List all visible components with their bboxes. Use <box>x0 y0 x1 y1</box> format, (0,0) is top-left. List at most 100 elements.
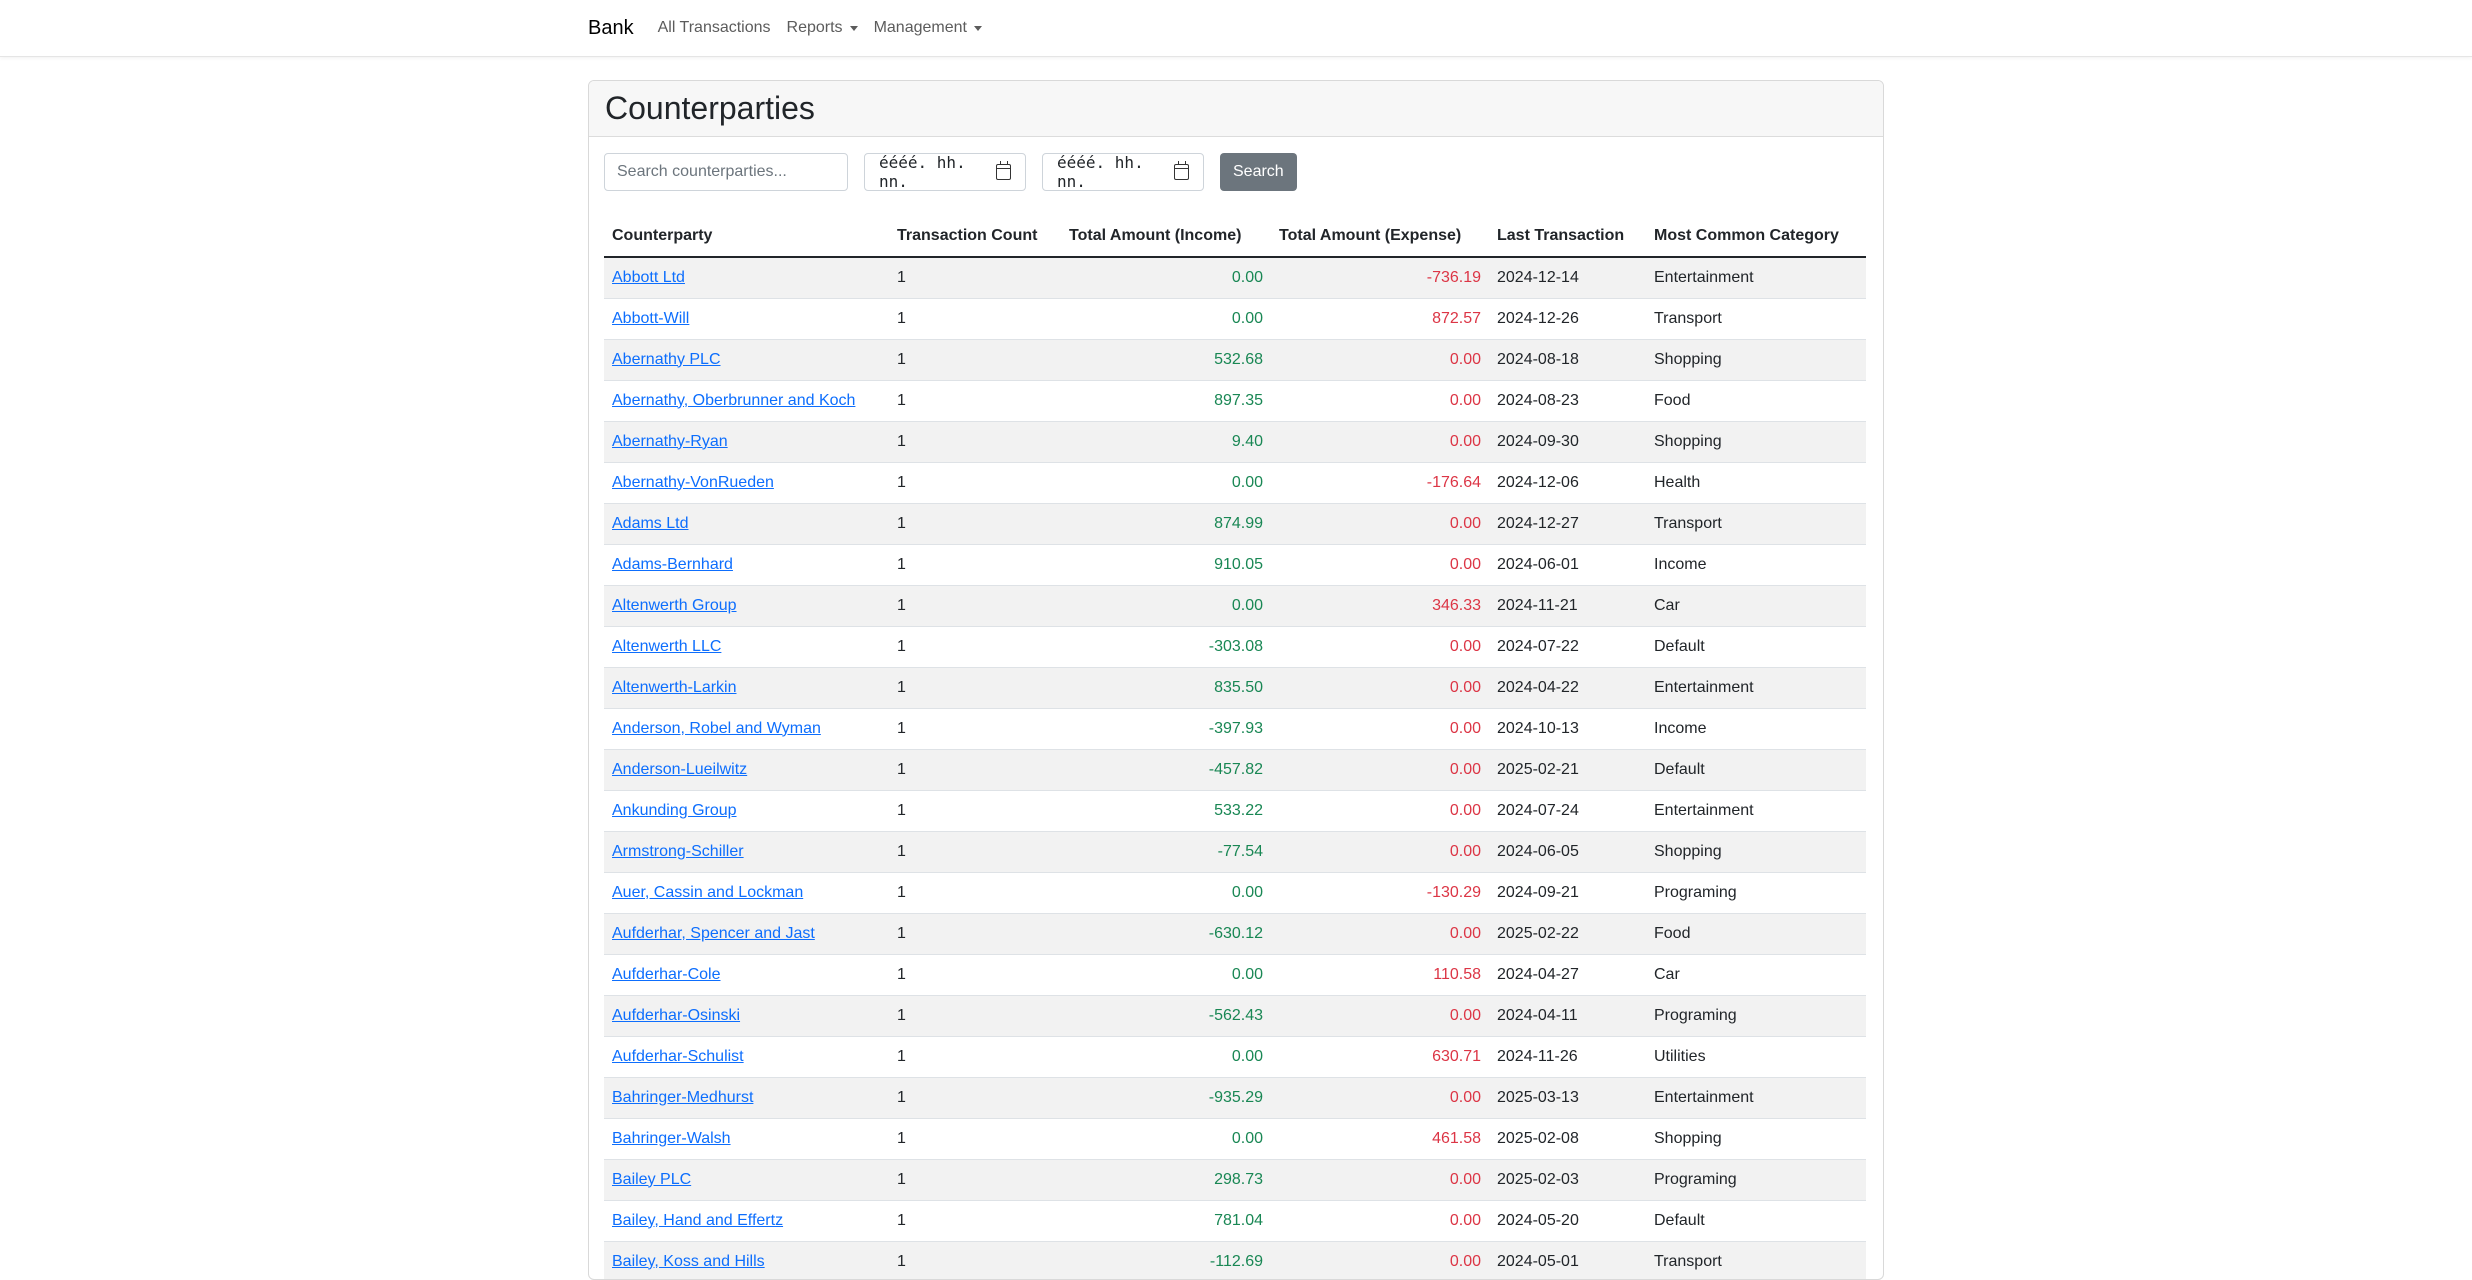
counterparty-link[interactable]: Abernathy, Oberbrunner and Koch <box>612 392 855 409</box>
table-row: Abernathy PLC 1 532.68 0.00 2024-08-18 Shoppi… <box>604 339 1866 381</box>
counterparty-link[interactable]: Abernathy-Ryan <box>612 433 728 450</box>
expense-amount-cell: 346.33 <box>1271 585 1489 627</box>
counterparty-link[interactable]: Adams Ltd <box>612 515 688 532</box>
table-row: Altenwerth Group 1 0.00 346.33 2024-11-21 Car <box>604 585 1866 627</box>
counterparty-link[interactable]: Altenwerth LLC <box>612 638 721 655</box>
nav-all-transactions[interactable]: All Transactions <box>658 19 771 37</box>
table-row: Ankunding Group 1 533.22 0.00 2024-07-24 Ente… <box>604 790 1866 832</box>
expense-amount-cell: 461.58 <box>1271 1118 1489 1160</box>
nav-reports-dropdown[interactable]: Reports <box>787 19 858 37</box>
counterparty-link[interactable]: Anderson, Robel and Wyman <box>612 720 821 737</box>
transaction-count-cell: 1 <box>889 585 1061 627</box>
counterparty-link[interactable]: Aufderhar, Spencer and Jast <box>612 925 815 942</box>
transaction-count-cell: 1 <box>889 462 1061 504</box>
last-transaction-cell: 2024-12-14 <box>1489 257 1646 299</box>
transaction-count-cell: 1 <box>889 1200 1061 1242</box>
category-cell: Default <box>1646 626 1866 668</box>
counterparty-link[interactable]: Bailey PLC <box>612 1171 691 1188</box>
search-button[interactable]: Search <box>1220 153 1297 191</box>
date-to-placeholder: éééé. hh. nn. <box>1057 153 1144 191</box>
table-row: Aufderhar, Spencer and Jast 1 -630.12 0.00 2… <box>604 913 1866 955</box>
expense-amount-cell: 0.00 <box>1271 790 1489 832</box>
category-cell: Shopping <box>1646 831 1866 873</box>
last-transaction-cell: 2024-11-26 <box>1489 1036 1646 1078</box>
calendar-icon[interactable] <box>995 161 1012 180</box>
calendar-icon[interactable] <box>1173 161 1190 180</box>
category-cell: Programing <box>1646 1159 1866 1201</box>
transaction-count-cell: 1 <box>889 954 1061 996</box>
counterparty-link[interactable]: Armstrong-Schiller <box>612 843 744 860</box>
counterparty-cell: Bailey PLC <box>604 1159 889 1201</box>
transaction-count-cell: 1 <box>889 503 1061 545</box>
counterparty-link[interactable]: Aufderhar-Cole <box>612 966 721 983</box>
expense-amount-cell: 0.00 <box>1271 544 1489 586</box>
expense-amount-cell: 0.00 <box>1271 667 1489 709</box>
date-to-field[interactable]: éééé. hh. nn. <box>1042 153 1204 191</box>
counterparty-link[interactable]: Auer, Cassin and Lockman <box>612 884 803 901</box>
category-cell: Transport <box>1646 298 1866 340</box>
counterparty-link[interactable]: Bailey, Koss and Hills <box>612 1253 765 1270</box>
table-row: Adams Ltd 1 874.99 0.00 2024-12-27 Transport <box>604 503 1866 545</box>
table-row: Bahringer-Medhurst 1 -935.29 0.00 2025-03-13… <box>604 1077 1866 1119</box>
transaction-count-cell: 1 <box>889 298 1061 340</box>
counterparty-cell: Abernathy, Oberbrunner and Koch <box>604 380 889 422</box>
date-from-field[interactable]: éééé. hh. nn. <box>864 153 1026 191</box>
transaction-count-cell: 1 <box>889 872 1061 914</box>
counterparty-cell: Altenwerth LLC <box>604 626 889 668</box>
expense-amount-cell: 872.57 <box>1271 298 1489 340</box>
last-transaction-cell: 2024-05-20 <box>1489 1200 1646 1242</box>
counterparty-link[interactable]: Aufderhar-Osinski <box>612 1007 740 1024</box>
category-cell: Entertainment <box>1646 667 1866 709</box>
counterparty-link[interactable]: Aufderhar-Schulist <box>612 1048 744 1065</box>
category-cell: Programing <box>1646 872 1866 914</box>
column-header-last-transaction: Last Transaction <box>1489 215 1646 258</box>
expense-amount-cell: -736.19 <box>1271 257 1489 299</box>
last-transaction-cell: 2024-08-23 <box>1489 380 1646 422</box>
counterparty-link[interactable]: Abbott-Will <box>612 310 689 327</box>
search-input[interactable] <box>604 153 848 191</box>
nav-management-dropdown[interactable]: Management <box>874 19 982 37</box>
transaction-count-cell: 1 <box>889 421 1061 463</box>
counterparty-cell: Anderson-Lueilwitz <box>604 749 889 791</box>
expense-amount-cell: 0.00 <box>1271 339 1489 381</box>
table-row: Abernathy-VonRueden 1 0.00 -176.64 2024-12-0… <box>604 462 1866 504</box>
income-amount-cell: -303.08 <box>1061 626 1271 668</box>
caret-down-icon <box>973 25 982 31</box>
income-amount-cell: -630.12 <box>1061 913 1271 955</box>
expense-amount-cell: 0.00 <box>1271 1200 1489 1242</box>
counterparty-link[interactable]: Bahringer-Walsh <box>612 1130 731 1147</box>
counterparty-cell: Ankunding Group <box>604 790 889 832</box>
counterparty-link[interactable]: Bailey, Hand and Effertz <box>612 1212 783 1229</box>
counterparty-link[interactable]: Adams-Bernhard <box>612 556 733 573</box>
income-amount-cell: 0.00 <box>1061 257 1271 299</box>
last-transaction-cell: 2024-07-22 <box>1489 626 1646 668</box>
counterparty-link[interactable]: Abbott Ltd <box>612 269 685 286</box>
income-amount-cell: 0.00 <box>1061 954 1271 996</box>
counterparty-link[interactable]: Anderson-Lueilwitz <box>612 761 747 778</box>
income-amount-cell: 781.04 <box>1061 1200 1271 1242</box>
category-cell: Shopping <box>1646 421 1866 463</box>
counterparty-link[interactable]: Abernathy-VonRueden <box>612 474 774 491</box>
counterparty-link[interactable]: Altenwerth-Larkin <box>612 679 737 696</box>
last-transaction-cell: 2025-02-21 <box>1489 749 1646 791</box>
counterparty-cell: Aufderhar-Osinski <box>604 995 889 1037</box>
income-amount-cell: 532.68 <box>1061 339 1271 381</box>
counterparty-link[interactable]: Bahringer-Medhurst <box>612 1089 753 1106</box>
counterparty-link[interactable]: Abernathy PLC <box>612 351 721 368</box>
last-transaction-cell: 2024-06-01 <box>1489 544 1646 586</box>
counterparty-link[interactable]: Altenwerth Group <box>612 597 737 614</box>
nav-all-transactions-label: All Transactions <box>657 19 771 36</box>
last-transaction-cell: 2024-08-18 <box>1489 339 1646 381</box>
counterparty-link[interactable]: Ankunding Group <box>612 802 737 819</box>
counterparty-cell: Abernathy PLC <box>604 339 889 381</box>
expense-amount-cell: 0.00 <box>1271 913 1489 955</box>
brand-link[interactable]: Bank <box>588 17 634 40</box>
expense-amount-cell: 0.00 <box>1271 831 1489 873</box>
income-amount-cell: 298.73 <box>1061 1159 1271 1201</box>
last-transaction-cell: 2025-02-03 <box>1489 1159 1646 1201</box>
transaction-count-cell: 1 <box>889 626 1061 668</box>
card-header: Counterparties <box>589 81 1883 137</box>
transaction-count-cell: 1 <box>889 257 1061 299</box>
transaction-count-cell: 1 <box>889 544 1061 586</box>
category-cell: Food <box>1646 913 1866 955</box>
